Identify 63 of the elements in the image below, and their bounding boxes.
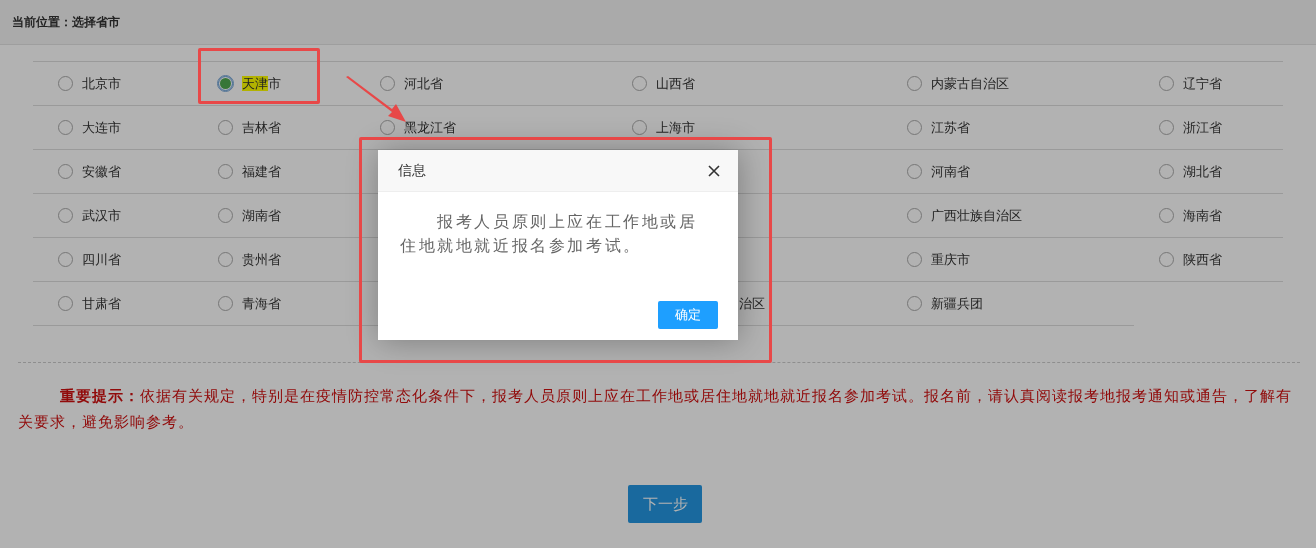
region-label: 广西壮族自治区 [931, 206, 1022, 225]
region-label: 福建省 [242, 162, 281, 181]
region-label: 黑龙江省 [404, 118, 456, 137]
region-label: 上海市 [656, 118, 695, 137]
radio-button[interactable] [218, 296, 233, 311]
radio-button[interactable] [58, 76, 73, 91]
radio-button[interactable] [218, 76, 233, 91]
radio-button[interactable] [907, 120, 922, 135]
region-label: 武汉市 [82, 206, 121, 225]
region-label: 大连市 [82, 118, 121, 137]
radio-button[interactable] [1159, 164, 1174, 179]
region-label: 河北省 [404, 74, 443, 93]
radio-button[interactable] [1159, 208, 1174, 223]
radio-button[interactable] [58, 252, 73, 267]
radio-button[interactable] [907, 208, 922, 223]
notice-text: 重要提示：依据有关规定，特别是在疫情防控常态化条件下，报考人员原则上应在工作地或居住地就地就近报名参加考试。报名前，请认真阅读报考地报考通知或通告，了解有关要求，避免影响参考。 [18, 386, 1293, 433]
region-label: 甘肃省 [82, 294, 121, 313]
radio-button[interactable] [218, 120, 233, 135]
radio-button[interactable] [907, 76, 922, 91]
region-label: 青海省 [242, 294, 281, 313]
radio-button[interactable] [58, 164, 73, 179]
region-label: 北京市 [82, 74, 121, 93]
region-label: 四川省 [82, 250, 121, 269]
region-label: 重庆市 [931, 250, 970, 269]
region-label: 贵州省 [242, 250, 281, 269]
radio-button[interactable] [58, 296, 73, 311]
radio-button[interactable] [380, 120, 395, 135]
radio-button[interactable] [218, 252, 233, 267]
confirm-button[interactable]: 确定 [658, 301, 718, 329]
dialog-message: 报考人员原则上应在工作地或居住地就地就近报名参加考试。 [400, 212, 699, 257]
radio-button[interactable] [1159, 252, 1174, 267]
region-label: 海南省 [1183, 206, 1222, 225]
annotation-arrow [346, 76, 406, 122]
region-label: 河南省 [931, 162, 970, 181]
region-label: 江苏省 [931, 118, 970, 137]
radio-button[interactable] [380, 76, 395, 91]
region-label: 浙江省 [1183, 118, 1222, 137]
radio-button[interactable] [632, 120, 647, 135]
region-label: 安徽省 [82, 162, 121, 181]
radio-button[interactable] [632, 76, 647, 91]
region-label: 湖北省 [1183, 162, 1222, 181]
dialog-title: 信息 [398, 161, 426, 180]
region-label: 吉林省 [242, 118, 281, 137]
close-icon[interactable] [708, 164, 720, 177]
radio-button[interactable] [1159, 76, 1174, 91]
radio-button[interactable] [58, 120, 73, 135]
radio-button[interactable] [1159, 120, 1174, 135]
radio-button[interactable] [218, 208, 233, 223]
region-label: 内蒙古自治区 [931, 74, 1009, 93]
region-label: 治区 [739, 294, 765, 313]
region-label: 新疆兵团 [931, 294, 983, 313]
region-label: 天津市 [242, 74, 281, 93]
region-label: 辽宁省 [1183, 74, 1222, 93]
region-label: 山西省 [656, 74, 695, 93]
radio-button[interactable] [907, 164, 922, 179]
radio-button[interactable] [907, 252, 922, 267]
radio-button[interactable] [907, 296, 922, 311]
region-label: 湖南省 [242, 206, 281, 225]
region-label: 陕西省 [1183, 250, 1222, 269]
next-step-button[interactable]: 下一步 [628, 485, 702, 523]
radio-button[interactable] [218, 164, 233, 179]
breadcrumb: 当前位置：选择省市 [12, 13, 120, 31]
radio-button[interactable] [58, 208, 73, 223]
